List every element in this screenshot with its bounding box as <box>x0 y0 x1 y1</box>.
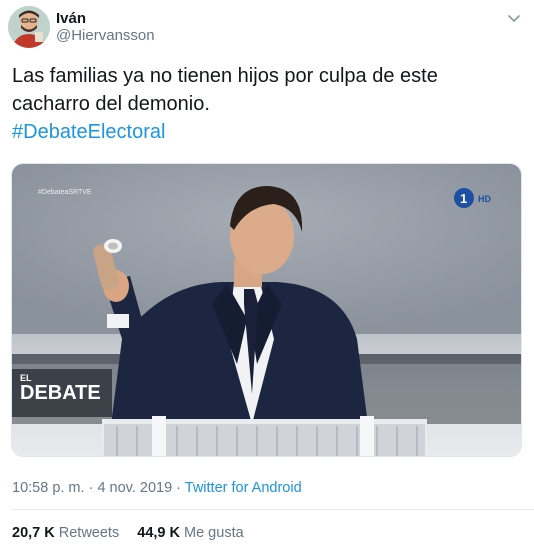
tweet-meta: 10:58 p. m. · 4 nov. 2019 · Twitter for … <box>12 479 302 497</box>
tweet-date[interactable]: 4 nov. 2019 <box>97 480 172 496</box>
retweets-count: 20,7 K <box>12 525 55 541</box>
tweet-source-link[interactable]: Twitter for Android <box>185 480 302 496</box>
media-watermark: #DebateaSRTVE <box>38 189 92 196</box>
channel-hd: HD <box>478 194 491 204</box>
overlay-debate: DEBATE <box>20 382 101 404</box>
tweet-time[interactable]: 10:58 p. m. <box>12 480 85 496</box>
channel-number: 1 <box>460 191 467 206</box>
username-handle[interactable]: @Hiervansson <box>56 27 155 45</box>
chevron-down-icon[interactable] <box>506 10 522 26</box>
retweets-label: Retweets <box>58 525 120 541</box>
hashtag-link[interactable]: #DebateElectoral <box>12 121 165 143</box>
tweet-media-image[interactable]: EL DEBATE #DebateaSRTVE 1 HD <box>11 163 522 457</box>
avatar[interactable] <box>8 6 50 48</box>
tweet-text: Las familias ya no tienen hijos por culp… <box>12 62 512 146</box>
display-name[interactable]: Iván <box>56 10 86 27</box>
divider <box>12 509 534 510</box>
likes-label: Me gusta <box>184 525 244 541</box>
likes-stat[interactable]: 44,9 K Me gusta <box>137 525 243 541</box>
meta-separator: · <box>172 480 185 496</box>
tweet-text-line-2: cacharro del demonio. <box>12 93 210 115</box>
meta-separator: · <box>84 480 98 496</box>
tweet-text-line-1: Las familias ya no tienen hijos por culp… <box>12 65 438 87</box>
tweet-card: Iván @Hiervansson Las familias ya no tie… <box>0 0 534 554</box>
likes-count: 44,9 K <box>137 525 180 541</box>
retweets-stat[interactable]: 20,7 K Retweets <box>12 525 119 541</box>
tweet-stats: 20,7 K Retweets 44,9 K Me gusta <box>12 524 258 542</box>
